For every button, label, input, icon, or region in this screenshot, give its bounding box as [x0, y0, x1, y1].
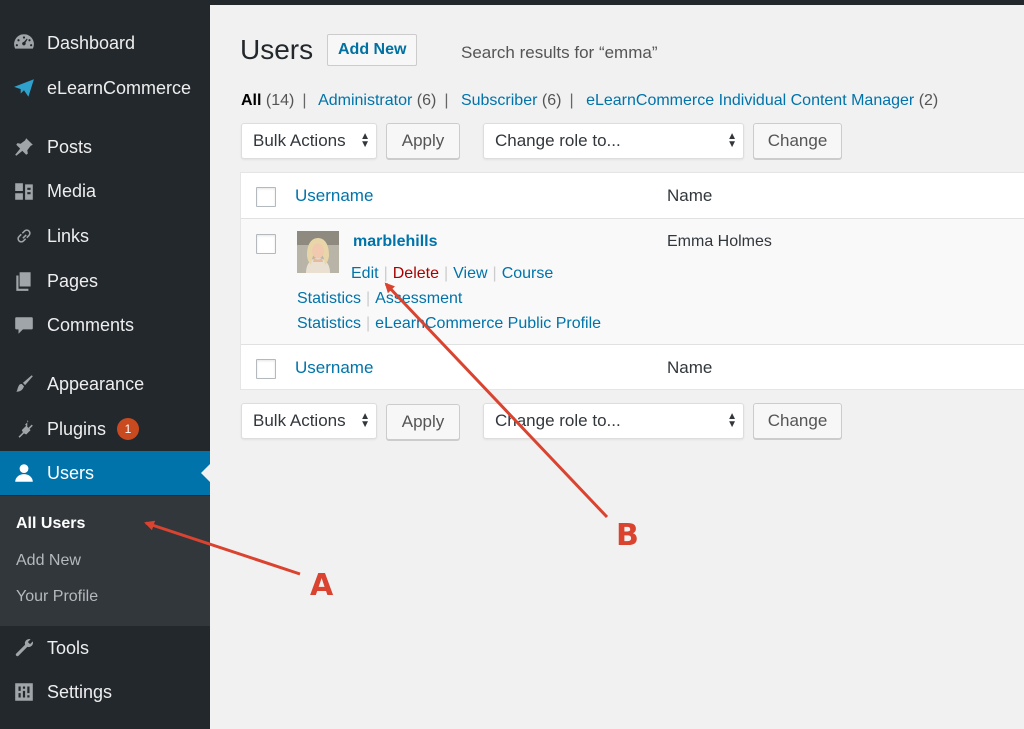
- filter-all[interactable]: All: [241, 92, 261, 109]
- submenu-item-add-new[interactable]: Add New: [16, 552, 81, 570]
- select-arrows-icon: ▲ ▼: [727, 411, 737, 430]
- filter-count: (6): [541, 92, 562, 109]
- change-button-top[interactable]: Change: [753, 123, 842, 159]
- filter-content-manager[interactable]: eLearnCommerce Individual Content Manage…: [586, 92, 914, 109]
- users-table: Username Name marblehills Emma Holmes Ed…: [240, 172, 1024, 390]
- admin-bar: [210, 0, 1024, 5]
- add-new-button[interactable]: Add New: [327, 34, 418, 66]
- sidebar-item-label: Plugins: [47, 418, 107, 439]
- settings-icon: [12, 680, 36, 704]
- bulk-actions-value: Bulk Actions: [253, 131, 346, 150]
- table-footer-row: Username Name: [241, 344, 1024, 390]
- edit-user-link[interactable]: Edit: [351, 265, 379, 282]
- annotation-label-b: B: [616, 518, 639, 553]
- paper-plane-icon: [12, 76, 36, 100]
- filter-count: (6): [416, 92, 437, 109]
- row-checkbox[interactable]: [256, 234, 276, 254]
- filter-count: (14): [265, 92, 295, 109]
- user-icon: [12, 461, 36, 485]
- select-arrows-icon: ▲ ▼: [360, 411, 370, 430]
- sidebar-item-appearance[interactable]: Appearance: [0, 362, 210, 406]
- sidebar-item-label: Pages: [47, 270, 99, 291]
- public-profile-link[interactable]: eLearnCommerce Public Profile: [375, 315, 601, 332]
- sidebar-item-label: Dashboard: [47, 32, 136, 53]
- sidebar-item-label: Media: [47, 180, 97, 201]
- sidebar-item-elearncommerce[interactable]: eLearnCommerce: [0, 66, 210, 110]
- sidebar-item-media[interactable]: Media: [0, 169, 210, 213]
- page-title: Users: [240, 34, 314, 65]
- sidebar-item-label: Posts: [47, 136, 93, 157]
- select-all-checkbox-footer[interactable]: [256, 359, 276, 379]
- apply-button-top[interactable]: Apply: [386, 123, 460, 159]
- bulk-actions-select-top[interactable]: Bulk Actions ▲ ▼: [241, 123, 377, 159]
- sidebar-item-label: Settings: [47, 681, 113, 702]
- sidebar-item-tools[interactable]: Tools: [0, 626, 210, 670]
- username-link[interactable]: marblehills: [353, 233, 437, 251]
- comment-icon: [12, 313, 36, 337]
- change-role-select-top[interactable]: Change role to... ▲ ▼: [483, 123, 744, 159]
- brush-icon: [12, 372, 36, 396]
- column-name-header: Name: [667, 186, 713, 205]
- apply-button-bottom[interactable]: Apply: [386, 404, 460, 440]
- table-header-row: Username Name: [241, 173, 1024, 219]
- users-submenu: All Users Add New Your Profile: [0, 496, 210, 626]
- media-icon: [12, 179, 36, 203]
- sidebar-item-users[interactable]: Users: [0, 451, 210, 495]
- column-name-footer: Name: [667, 358, 713, 377]
- bulk-actions-value: Bulk Actions: [253, 411, 346, 430]
- plug-icon: [12, 417, 36, 441]
- sidebar-item-plugins[interactable]: Plugins 1: [0, 407, 210, 451]
- link-icon: [12, 224, 36, 248]
- annotation-label-a: A: [310, 568, 334, 603]
- user-full-name: Emma Holmes: [667, 233, 772, 250]
- sidebar-item-label: Comments: [47, 314, 135, 335]
- sidebar-item-posts[interactable]: Posts: [0, 125, 210, 169]
- change-role-value: Change role to...: [495, 131, 621, 150]
- view-user-link[interactable]: View: [453, 265, 487, 282]
- column-username-header[interactable]: Username: [295, 186, 373, 206]
- column-username-footer[interactable]: Username: [295, 358, 373, 378]
- select-all-checkbox[interactable]: [256, 187, 276, 207]
- sidebar-item-comments[interactable]: Comments: [0, 303, 210, 347]
- sidebar-item-pages[interactable]: Pages: [0, 259, 210, 303]
- submenu-item-all-users[interactable]: All Users: [16, 515, 85, 533]
- delete-user-link[interactable]: Delete: [393, 265, 439, 282]
- table-row: marblehills Emma Holmes Edit | Delete | View…: [241, 219, 1024, 344]
- user-role-filters: All (14) | Administrator (6) | Subscriber …: [241, 92, 939, 109]
- select-arrows-icon: ▲ ▼: [360, 131, 370, 150]
- change-role-value: Change role to...: [495, 411, 621, 430]
- change-role-select-bottom[interactable]: Change role to... ▲ ▼: [483, 403, 744, 439]
- filter-count: (2): [918, 92, 939, 109]
- sidebar-item-links[interactable]: Links: [0, 214, 210, 258]
- sidebar-item-label: eLearnCommerce: [47, 77, 192, 98]
- dashboard-icon: [12, 31, 36, 55]
- sidebar-item-label: Links: [47, 225, 90, 246]
- wrench-icon: [12, 636, 36, 660]
- plugins-update-badge: 1: [117, 418, 139, 440]
- change-button-bottom[interactable]: Change: [753, 403, 842, 439]
- admin-sidebar: Dashboard eLearnCommerce Posts Media Lin…: [0, 0, 210, 729]
- search-results-subtitle: Search results for “emma”: [461, 43, 658, 62]
- filter-subscriber[interactable]: Subscriber: [461, 92, 537, 109]
- filter-administrator[interactable]: Administrator: [318, 92, 412, 109]
- bulk-actions-select-bottom[interactable]: Bulk Actions ▲ ▼: [241, 403, 377, 439]
- submenu-item-your-profile[interactable]: Your Profile: [16, 588, 98, 606]
- sidebar-item-settings[interactable]: Settings: [0, 670, 210, 714]
- select-arrows-icon: ▲ ▼: [727, 131, 737, 150]
- sidebar-item-label: Tools: [47, 637, 90, 658]
- pin-icon: [12, 135, 36, 159]
- sidebar-item-dashboard[interactable]: Dashboard: [0, 21, 210, 65]
- row-actions: Edit | Delete | View | Course Statistics | Asses…: [297, 265, 602, 332]
- sidebar-item-label: Users: [47, 462, 95, 483]
- pages-icon: [12, 269, 36, 293]
- sidebar-item-label: Appearance: [47, 373, 145, 394]
